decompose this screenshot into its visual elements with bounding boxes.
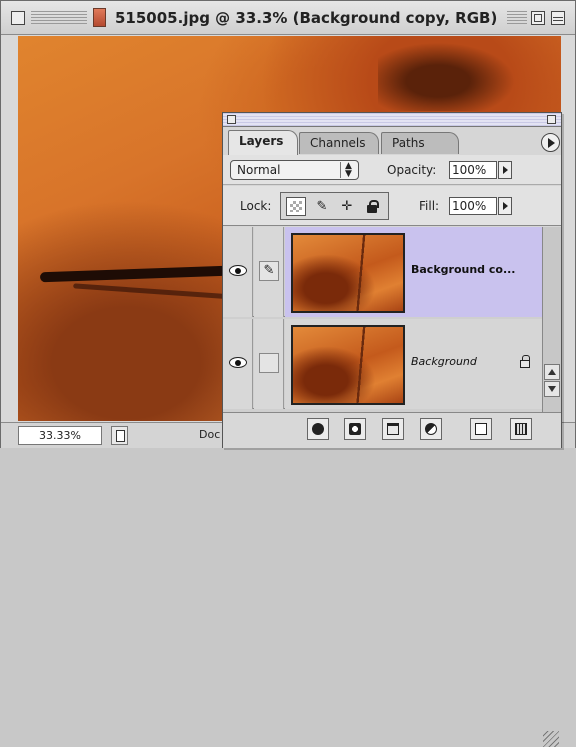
new-adjustment-layer-button[interactable] xyxy=(420,418,442,440)
document-info-text: Doc xyxy=(199,428,221,441)
document-proxy-icon[interactable] xyxy=(93,8,106,27)
folder-icon xyxy=(387,423,399,435)
add-layer-mask-button[interactable] xyxy=(344,418,366,440)
zoom-level-field[interactable]: 33.33% xyxy=(18,426,102,445)
palette-titlebar[interactable] xyxy=(223,113,561,127)
lock-buttons: ✎ ✛ xyxy=(280,192,389,220)
tab-channels[interactable]: Channels xyxy=(299,132,379,154)
link-cell[interactable] xyxy=(254,319,284,409)
lock-position-move-icon[interactable]: ✛ xyxy=(337,197,357,216)
layer-name-area[interactable]: Background co... xyxy=(285,227,542,317)
window-titlebar[interactable]: 515005.jpg @ 33.3% (Background copy, RGB… xyxy=(1,1,575,35)
scroll-up-arrow-icon[interactable] xyxy=(544,364,560,380)
close-box[interactable] xyxy=(11,11,25,25)
palette-collapse-box[interactable] xyxy=(547,115,556,124)
palette-tabs: Channels Paths Layers xyxy=(223,127,561,155)
tab-paths[interactable]: Paths xyxy=(381,132,459,154)
rock-shadow xyxy=(378,36,528,111)
blend-mode-select[interactable]: Normal ▲ ▼ xyxy=(230,160,359,180)
layer-thumbnail xyxy=(291,233,405,313)
layer-row[interactable]: Background xyxy=(223,319,542,409)
lock-all-padlock-icon[interactable] xyxy=(362,197,382,216)
fill-slider-arrow-icon[interactable] xyxy=(498,197,512,215)
delete-layer-button[interactable] xyxy=(510,418,532,440)
link-empty-box[interactable] xyxy=(259,353,279,373)
window-title: 515005.jpg @ 33.3% (Background copy, RGB… xyxy=(115,9,498,27)
document-info-icon[interactable] xyxy=(111,426,128,445)
palette-close-box[interactable] xyxy=(227,115,236,124)
palette-menu-arrow-icon[interactable] xyxy=(541,133,560,152)
trash-icon xyxy=(515,423,527,435)
layer-name: Background xyxy=(411,355,477,368)
add-layer-style-button[interactable] xyxy=(307,418,329,440)
layer-name-area[interactable]: Background xyxy=(285,319,542,409)
palette-bottom-bar xyxy=(223,412,561,747)
new-layer-button[interactable] xyxy=(470,418,492,440)
blend-mode-value: Normal xyxy=(237,163,281,177)
titlebar-stripes xyxy=(31,11,87,25)
titlebar-stripes-right xyxy=(507,11,527,25)
link-cell[interactable]: ✎ xyxy=(254,227,284,317)
opacity-label: Opacity: xyxy=(387,163,437,177)
eye-icon[interactable] xyxy=(229,357,247,368)
layer-row[interactable]: ✎ Background co... xyxy=(223,227,542,317)
lock-icon xyxy=(520,355,530,368)
lock-label: Lock: xyxy=(240,199,272,213)
fill-label: Fill: xyxy=(419,199,440,213)
paintbrush-icon[interactable]: ✎ xyxy=(259,261,279,281)
layer-mask-icon xyxy=(349,423,361,435)
lock-transparency-icon[interactable] xyxy=(286,197,306,216)
collapse-box[interactable] xyxy=(551,11,565,25)
fill-field[interactable]: 100% xyxy=(449,197,497,215)
blend-options-row: Normal ▲ ▼ Opacity: 100% xyxy=(223,155,561,185)
layers-scrollbar[interactable] xyxy=(542,227,561,412)
new-layer-set-button[interactable] xyxy=(382,418,404,440)
scroll-down-arrow-icon[interactable] xyxy=(544,381,560,397)
layer-thumbnail xyxy=(291,325,405,405)
visibility-cell[interactable] xyxy=(223,227,253,317)
layers-palette: Channels Paths Layers Normal ▲ ▼ Opacity:… xyxy=(222,112,562,747)
lock-image-brush-icon[interactable]: ✎ xyxy=(312,197,332,216)
lock-options-row: Lock: ✎ ✛ Fill: 100% xyxy=(223,186,561,226)
adjustment-layer-icon xyxy=(425,423,437,435)
layer-style-icon xyxy=(312,423,324,435)
new-layer-icon xyxy=(475,423,487,435)
zoom-box[interactable] xyxy=(531,11,545,25)
opacity-field[interactable]: 100% xyxy=(449,161,497,179)
layer-list: ✎ Background co... Background xyxy=(223,227,542,412)
opacity-slider-arrow-icon[interactable] xyxy=(498,161,512,179)
layer-name: Background co... xyxy=(411,263,516,276)
resize-grip-icon[interactable] xyxy=(543,731,559,747)
eye-icon[interactable] xyxy=(229,265,247,276)
visibility-cell[interactable] xyxy=(223,319,253,409)
tab-layers[interactable]: Layers xyxy=(228,130,298,155)
select-arrows-icon: ▲ ▼ xyxy=(340,162,356,179)
